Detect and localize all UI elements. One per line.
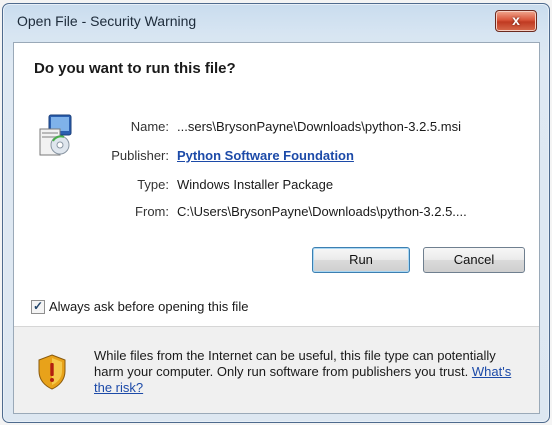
- type-label: Type:: [137, 177, 169, 192]
- publisher-label: Publisher:: [111, 148, 169, 163]
- close-icon: x: [512, 12, 520, 28]
- publisher-link[interactable]: Python Software Foundation: [177, 148, 354, 163]
- security-warning-window: Open File - Security Warning x Do you wa…: [2, 3, 550, 423]
- always-ask-label[interactable]: Always ask before opening this file: [49, 299, 248, 314]
- name-label: Name:: [130, 119, 169, 134]
- run-button[interactable]: Run: [312, 247, 410, 273]
- always-ask-checkbox[interactable]: ✓: [31, 299, 45, 314]
- name-value: ...sers\BrysonPayne\Downloads\python-3.2…: [177, 119, 461, 134]
- checkmark-icon: ✓: [33, 299, 44, 313]
- dialog-body: Do you want to run this file? Name: ...s…: [13, 42, 540, 414]
- close-button[interactable]: x: [495, 10, 537, 32]
- title-bar[interactable]: Open File - Security Warning x: [3, 4, 549, 40]
- dialog-question: Do you want to run this file?: [34, 60, 236, 77]
- cancel-button[interactable]: Cancel: [423, 247, 525, 273]
- type-value: Windows Installer Package: [177, 177, 334, 192]
- warning-panel: While files from the Internet can be use…: [14, 327, 539, 413]
- from-label: From:: [135, 204, 169, 219]
- window-title: Open File - Security Warning: [17, 13, 197, 29]
- warning-text-block: While files from the Internet can be use…: [94, 348, 514, 396]
- from-value: C:\Users\BrysonPayne\Downloads\python-3.…: [177, 204, 467, 219]
- shield-warning-icon: [38, 354, 66, 390]
- warning-message: While files from the Internet can be use…: [94, 348, 496, 379]
